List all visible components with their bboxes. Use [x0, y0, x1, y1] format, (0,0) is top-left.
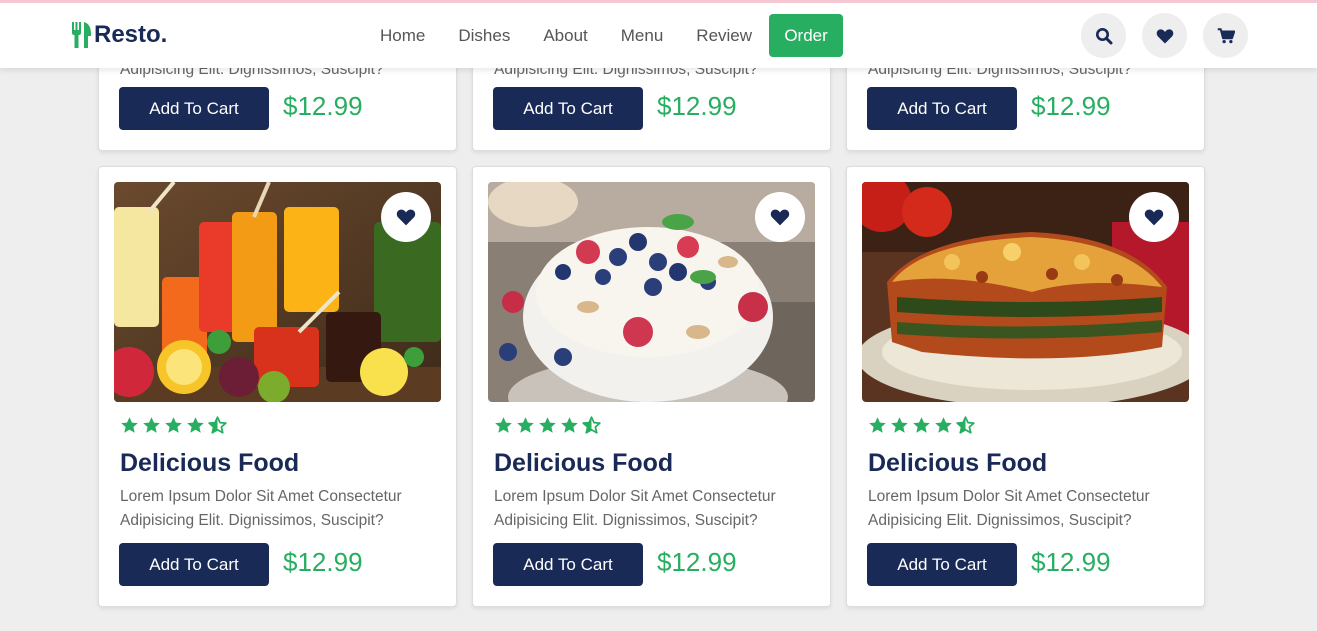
- dish-price: $12.99: [283, 547, 363, 577]
- star-icon: [869, 417, 886, 433]
- dish-description: Lorem Ipsum Dolor Sit Amet Consectetur A…: [868, 488, 1150, 529]
- heart-icon: [1144, 209, 1164, 226]
- dish-card: Delicious Food Lorem Ipsum Dolor Sit Ame…: [98, 166, 457, 607]
- add-to-cart-button[interactable]: Add To Cart: [867, 87, 1017, 130]
- header: Resto. Home Dishes About Menu Review Ord…: [0, 3, 1317, 68]
- star-half-icon: [956, 416, 975, 434]
- header-icons: [1081, 13, 1264, 58]
- dish-image: [862, 182, 1189, 402]
- favorite-button[interactable]: [381, 192, 431, 242]
- search-button[interactable]: [1081, 13, 1126, 58]
- add-to-cart-button[interactable]: Add To Cart: [119, 87, 269, 130]
- utensils-icon: [72, 22, 91, 48]
- nav-home[interactable]: Home: [380, 26, 425, 46]
- star-icon: [561, 417, 578, 433]
- heart-icon: [1156, 28, 1173, 43]
- heart-icon: [770, 209, 790, 226]
- nav-menu[interactable]: Menu: [621, 26, 664, 46]
- brand-name: Resto.: [94, 21, 168, 48]
- add-to-cart-button[interactable]: Add To Cart: [493, 87, 643, 130]
- dish-title: Delicious Food: [494, 449, 674, 477]
- star-half-icon: [582, 416, 601, 434]
- star-icon: [143, 417, 160, 433]
- dish-card: Delicious Food Lorem Ipsum Dolor Sit Ame…: [472, 166, 831, 607]
- nav-dishes[interactable]: Dishes: [458, 26, 510, 46]
- dish-title: Delicious Food: [868, 449, 1048, 477]
- rating-stars: [494, 416, 604, 435]
- main-nav: Home Dishes About Menu Review Order: [380, 14, 844, 57]
- dish-description: Lorem Ipsum Dolor Sit Amet Consectetur A…: [120, 488, 402, 529]
- dish-price: $12.99: [1031, 91, 1111, 121]
- dish-card: Delicious Food Lorem Ipsum Dolor Sit Ame…: [846, 166, 1205, 607]
- dish-price: $12.99: [1031, 547, 1111, 577]
- dish-title: Delicious Food: [120, 449, 300, 477]
- dish-image: [488, 182, 815, 402]
- cart-button[interactable]: [1203, 13, 1248, 58]
- nav-order-button[interactable]: Order: [769, 14, 844, 57]
- star-half-icon: [208, 416, 227, 434]
- dish-price: $12.99: [657, 91, 737, 121]
- heart-icon: [396, 209, 416, 226]
- dish-price: $12.99: [657, 547, 737, 577]
- star-icon: [935, 417, 952, 433]
- star-icon: [517, 417, 534, 433]
- nav-about[interactable]: About: [543, 26, 587, 46]
- star-icon: [121, 417, 138, 433]
- rating-stars: [868, 416, 978, 435]
- star-icon: [187, 417, 204, 433]
- logo[interactable]: Resto.: [71, 21, 167, 49]
- star-icon: [495, 417, 512, 433]
- star-icon: [165, 417, 182, 433]
- add-to-cart-button[interactable]: Add To Cart: [493, 543, 643, 586]
- favorite-button[interactable]: [1129, 192, 1179, 242]
- dish-image: [114, 182, 441, 402]
- nav-review[interactable]: Review: [696, 26, 752, 46]
- rating-stars: [120, 416, 230, 435]
- add-to-cart-button[interactable]: Add To Cart: [867, 543, 1017, 586]
- cart-icon: [1217, 27, 1235, 43]
- dish-description: Lorem Ipsum Dolor Sit Amet Consectetur A…: [494, 488, 776, 529]
- top-border: [0, 0, 1317, 3]
- wishlist-button[interactable]: [1142, 13, 1187, 58]
- search-icon: [1095, 27, 1112, 44]
- favorite-button[interactable]: [755, 192, 805, 242]
- dish-price: $12.99: [283, 91, 363, 121]
- star-icon: [913, 417, 930, 433]
- star-icon: [539, 417, 556, 433]
- add-to-cart-button[interactable]: Add To Cart: [119, 543, 269, 586]
- star-icon: [891, 417, 908, 433]
